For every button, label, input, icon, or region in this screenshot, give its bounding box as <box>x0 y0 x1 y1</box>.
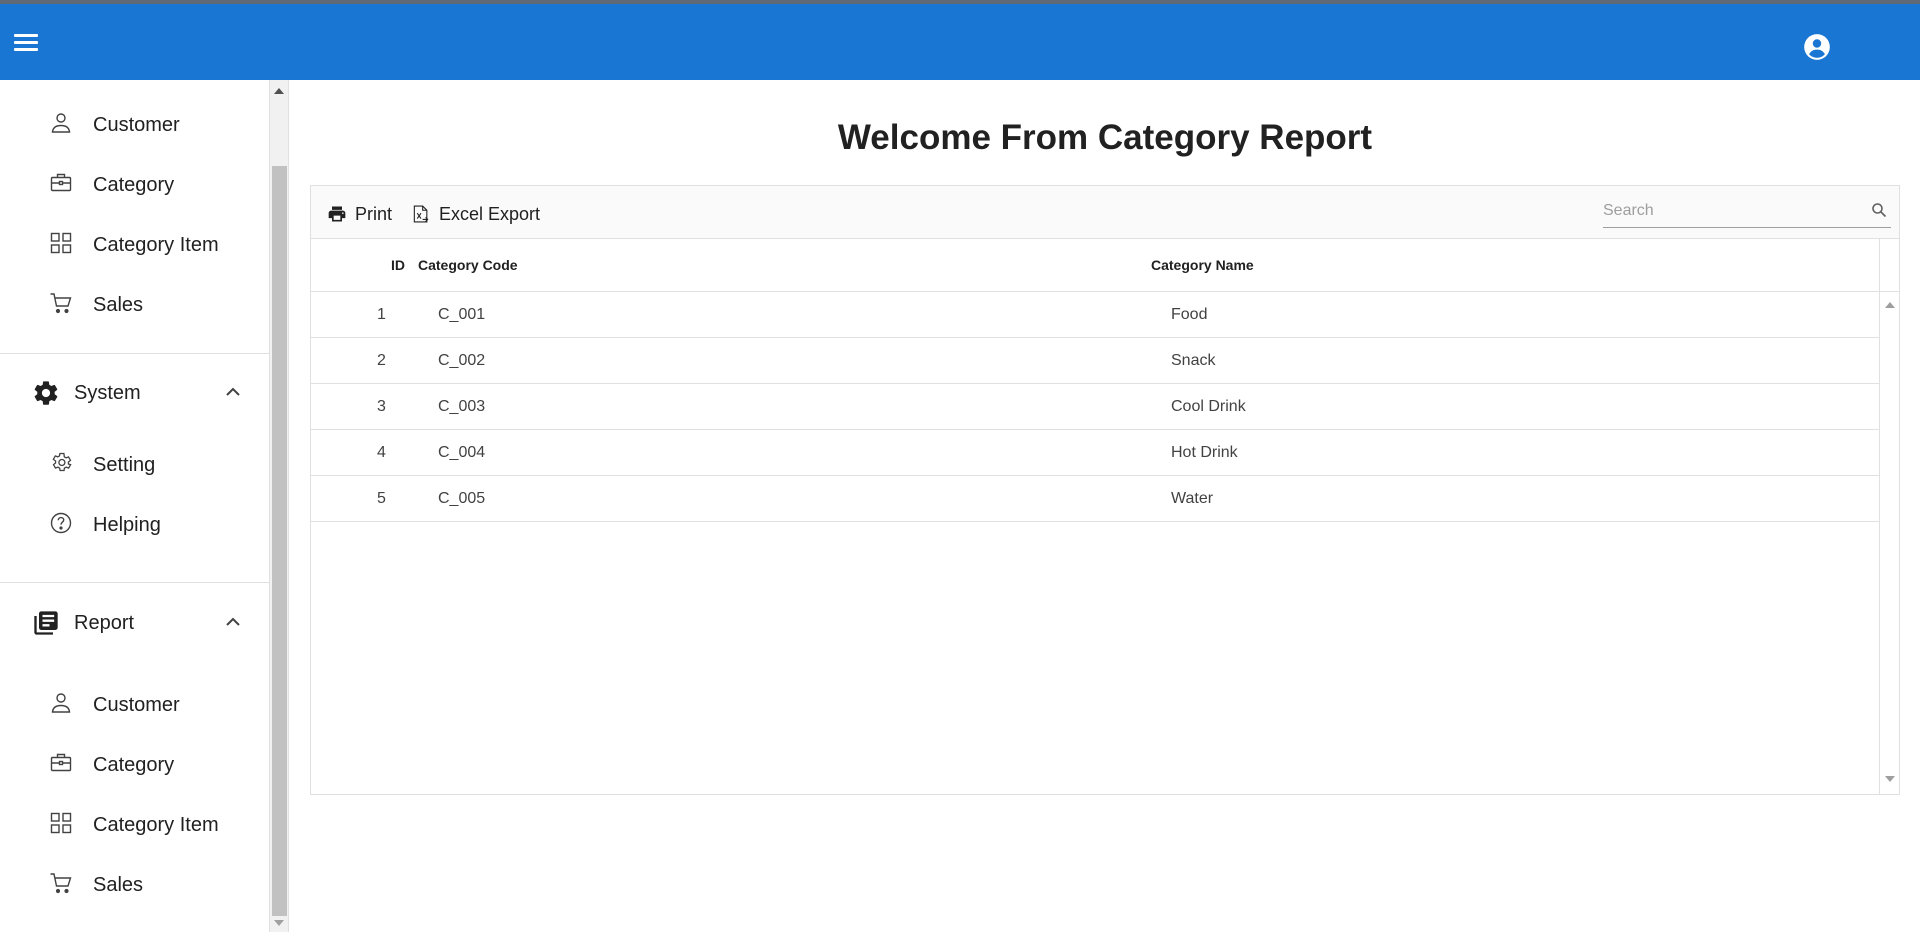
cell-id: 4 <box>377 444 386 461</box>
header-scroll-gap <box>1879 239 1899 292</box>
print-label: Print <box>355 203 393 224</box>
column-header-category-name[interactable]: Category Name <box>1151 257 1254 273</box>
sidebar-item-label: Sales <box>93 874 144 896</box>
table-row[interactable]: 3 C_003 Cool Drink <box>311 384 1879 430</box>
grid-scrollbar[interactable] <box>1879 292 1899 794</box>
table-row[interactable]: 4 C_004 Hot Drink <box>311 430 1879 476</box>
sidebar-item-label: Sales <box>93 294 144 316</box>
cell-category-name: Hot Drink <box>1171 444 1238 461</box>
grid-toolbar: Print Excel Export <box>311 186 1899 239</box>
account-circle-icon[interactable] <box>1803 33 1831 61</box>
sidebar-divider <box>0 353 269 354</box>
sidebar-item-label: Helping <box>93 514 161 536</box>
page-title: Welcome From Category Report <box>837 118 1373 157</box>
sidebar-item-report-sales[interactable]: Sales <box>0 858 269 910</box>
app-header <box>0 0 1920 80</box>
column-header-category-code[interactable]: Category Code <box>418 257 518 273</box>
cell-category-code: C_002 <box>438 352 486 369</box>
cart-icon <box>50 873 72 894</box>
sidebar-item-label: Setting <box>93 454 156 476</box>
excel-export-label: Excel Export <box>439 203 541 224</box>
grid-body: 1 C_001 Food 2 C_002 Snack 3 C_003 Cool … <box>311 292 1879 794</box>
sidebar-item-label: Category Item <box>93 234 219 256</box>
sidebar-item-label: Customer <box>93 694 180 716</box>
sidebar-group-system[interactable]: System <box>0 363 269 423</box>
sidebar-item-category[interactable]: Category <box>0 158 269 210</box>
sidebar-item-setting[interactable]: Setting <box>0 438 269 490</box>
sidebar-item-report-category-item[interactable]: Category Item <box>0 798 269 850</box>
sidebar-item-category-item[interactable]: Category Item <box>0 218 269 270</box>
table-row[interactable]: 2 C_002 Snack <box>311 338 1879 384</box>
sidebar-group-label: Report <box>74 612 135 634</box>
cell-id: 1 <box>377 306 386 323</box>
table-row[interactable]: 1 C_001 Food <box>311 292 1879 338</box>
scroll-down-arrow-icon[interactable] <box>274 920 284 926</box>
grid-icon <box>50 232 72 254</box>
scroll-down-arrow-icon[interactable] <box>1885 776 1895 782</box>
cart-icon <box>50 293 72 314</box>
sidebar-item-customer[interactable]: Customer <box>0 98 269 150</box>
cell-category-code: C_004 <box>438 444 486 461</box>
scroll-up-arrow-icon[interactable] <box>1885 302 1895 308</box>
briefcase-icon <box>50 753 72 772</box>
sidebar-item-label: Category <box>93 174 175 196</box>
sidebar-item-label: Customer <box>93 114 180 136</box>
gear-icon <box>34 381 58 405</box>
grid-icon <box>50 812 72 834</box>
cell-category-name: Snack <box>1171 352 1216 369</box>
hamburger-menu-icon[interactable] <box>14 34 38 54</box>
cell-id: 3 <box>377 398 386 415</box>
table-row[interactable]: 5 C_005 Water <box>311 476 1879 522</box>
sidebar: Customer Category Category Item Sales Sy… <box>0 80 270 932</box>
sidebar-item-helping[interactable]: Helping <box>0 498 269 550</box>
print-button[interactable]: Print <box>327 202 392 226</box>
report-icon <box>34 611 58 635</box>
cell-category-name: Water <box>1171 490 1214 507</box>
sidebar-divider <box>0 582 269 583</box>
chevron-up-icon <box>226 617 240 626</box>
cell-category-code: C_005 <box>438 490 486 507</box>
scrollbar-thumb[interactable] <box>272 166 287 916</box>
search-icon[interactable] <box>1871 202 1887 218</box>
gear-outline-icon <box>52 452 72 472</box>
sidebar-scrollbar[interactable] <box>270 80 289 932</box>
cell-category-name: Cool Drink <box>1171 398 1246 415</box>
sidebar-group-report[interactable]: Report <box>0 593 269 653</box>
search-box <box>1603 196 1891 228</box>
excel-export-button[interactable]: Excel Export <box>411 202 540 226</box>
person-icon <box>51 693 71 713</box>
main-content: Welcome From Category Report Print Excel… <box>290 80 1920 932</box>
sidebar-item-label: Category <box>93 754 175 776</box>
sidebar-item-report-customer[interactable]: Customer <box>0 678 269 730</box>
printer-icon <box>328 206 346 222</box>
cell-category-code: C_003 <box>438 398 486 415</box>
briefcase-icon <box>50 173 72 192</box>
cell-category-name: Food <box>1171 306 1208 323</box>
column-header-id[interactable]: ID <box>391 257 405 273</box>
person-icon <box>51 113 71 133</box>
category-grid: Print Excel Export ID Category Code Cate… <box>310 185 1900 795</box>
help-circle-icon <box>50 512 72 534</box>
scroll-up-arrow-icon[interactable] <box>274 88 284 94</box>
cell-category-code: C_001 <box>438 306 486 323</box>
search-input[interactable] <box>1603 198 1863 224</box>
sidebar-item-label: Category Item <box>93 814 219 836</box>
cell-id: 2 <box>377 352 386 369</box>
excel-icon <box>413 205 429 223</box>
sidebar-group-label: System <box>74 382 141 404</box>
chevron-up-icon <box>226 387 240 396</box>
cell-id: 5 <box>377 490 386 507</box>
grid-header: ID Category Code Category Name <box>311 239 1879 292</box>
sidebar-item-sales[interactable]: Sales <box>0 278 269 330</box>
sidebar-item-report-category[interactable]: Category <box>0 738 269 790</box>
